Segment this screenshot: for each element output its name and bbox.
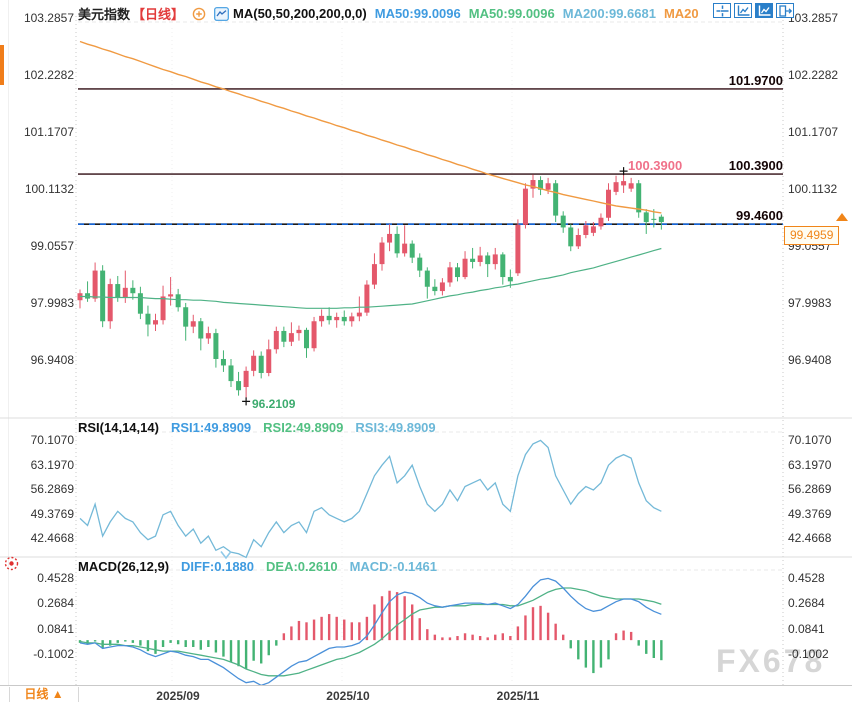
y-axis-tick: 0.2684 xyxy=(788,596,850,610)
ma50-value-green: MA50:99.0096 xyxy=(469,6,555,21)
y-axis-tick: 49.3769 xyxy=(788,507,850,521)
rsi-header: RSI(14,14,14) RSI1:49.8909 RSI2:49.8909 … xyxy=(78,420,436,435)
y-axis-tick: 42.4668 xyxy=(788,531,850,545)
y-axis-tick: 99.0557 xyxy=(2,239,74,253)
y-axis-tick: 56.2869 xyxy=(788,482,850,496)
y-axis-tick: 70.1070 xyxy=(2,433,74,447)
chart-scale-active-icon[interactable] xyxy=(755,3,773,18)
price-up-arrow-icon xyxy=(836,213,848,221)
ma-group-label: MA(50,50,200,200,0,0) xyxy=(233,6,367,21)
left-scrollbar-thumb[interactable] xyxy=(0,45,4,85)
y-axis-tick: 49.3769 xyxy=(2,507,74,521)
ma50-value-blue: MA50:99.0096 xyxy=(375,6,461,21)
tab-daily-period[interactable]: 日线 ▲ xyxy=(9,687,79,702)
swing-low-label: 96.2109 xyxy=(252,397,295,411)
crosshair-icon[interactable] xyxy=(713,3,731,18)
rsi3-value: RSI3:49.8909 xyxy=(355,420,435,435)
y-axis-tick: 63.1970 xyxy=(788,458,850,472)
y-axis-tick: 97.9983 xyxy=(788,296,850,310)
y-axis-tick: 42.4668 xyxy=(2,531,74,545)
y-axis-tick: 102.2282 xyxy=(788,68,850,82)
footer-bar: 日线 ▲ 2025/09 2025/10 2025/11 xyxy=(0,685,852,702)
rsi1-value: RSI1:49.8909 xyxy=(171,420,251,435)
current-price-tag: 99.4959 xyxy=(784,226,839,245)
hline-label-101-97: 101.9700 xyxy=(683,73,783,88)
y-axis-tick: 96.9408 xyxy=(788,353,850,367)
x-axis-month-label: 2025/11 xyxy=(483,689,553,702)
rsi-name: RSI(14,14,14) xyxy=(78,420,159,435)
macd-name: MACD(26,12,9) xyxy=(78,559,169,574)
y-axis-tick: 56.2869 xyxy=(2,482,74,496)
chart-scale-icon[interactable] xyxy=(734,3,752,18)
y-axis-tick: 96.9408 xyxy=(2,353,74,367)
chart-app: 美元指数 【日线】 MA(50,50,200,200,0,0) MA50:99.… xyxy=(0,0,852,702)
collapse-right-icon[interactable] xyxy=(776,3,794,18)
y-axis-tick: 63.1970 xyxy=(2,458,74,472)
macd-macd-value: MACD:-0.1461 xyxy=(350,559,437,574)
y-axis-tick: 103.2857 xyxy=(788,11,850,25)
add-indicator-icon[interactable] xyxy=(192,7,206,21)
y-axis-tick: 101.1707 xyxy=(788,125,850,139)
y-axis-tick: 0.0841 xyxy=(788,622,850,636)
x-axis-month-label: 2025/09 xyxy=(143,689,213,702)
chart-canvas[interactable] xyxy=(0,0,852,702)
chart-header: 美元指数 【日线】 MA(50,50,200,200,0,0) MA50:99.… xyxy=(78,4,699,23)
macd-dea-value: DEA:0.2610 xyxy=(266,559,338,574)
ma-settings-icon[interactable] xyxy=(214,7,229,21)
x-axis-month-label: 2025/10 xyxy=(313,689,383,702)
ma20-label: MA20 xyxy=(664,6,699,21)
symbol-title: 美元指数 xyxy=(78,4,130,23)
chart-toolbar xyxy=(713,3,794,18)
hline-label-99-46: 99.4600 xyxy=(683,208,783,223)
y-axis-tick: 100.1132 xyxy=(788,182,850,196)
y-axis-tick: -0.1002 xyxy=(2,647,74,661)
macd-header: MACD(26,12,9) DIFF:0.1880 DEA:0.2610 MAC… xyxy=(78,559,437,574)
y-axis-tick: -0.1002 xyxy=(788,647,850,661)
y-axis-tick: 100.1132 xyxy=(2,182,74,196)
y-axis-tick: 101.1707 xyxy=(2,125,74,139)
y-axis-tick: 0.2684 xyxy=(2,596,74,610)
y-axis-tick: 102.2282 xyxy=(2,68,74,82)
hline-label-100-39-pink: 100.3900 xyxy=(628,158,718,173)
ma200-value: MA200:99.6681 xyxy=(563,6,656,21)
y-axis-tick: 70.1070 xyxy=(788,433,850,447)
y-axis-tick: 0.4528 xyxy=(788,571,850,585)
macd-diff-value: DIFF:0.1880 xyxy=(181,559,254,574)
y-axis-tick: 103.2857 xyxy=(2,11,74,25)
period-label: 【日线】 xyxy=(132,4,184,23)
y-axis-tick: 0.0841 xyxy=(2,622,74,636)
rsi2-value: RSI2:49.8909 xyxy=(263,420,343,435)
alert-sun-icon[interactable] xyxy=(3,555,20,577)
y-axis-tick: 97.9983 xyxy=(2,296,74,310)
